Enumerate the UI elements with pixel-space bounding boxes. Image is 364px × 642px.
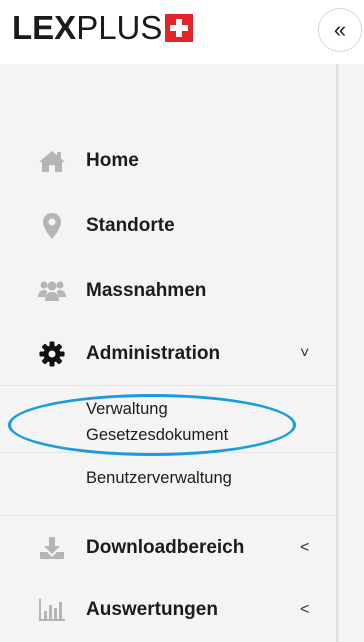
- sidebar-item-downloadbereich[interactable]: Downloadbereich <: [0, 516, 336, 580]
- sidebar-item-auswertungen[interactable]: Auswertungen <: [0, 578, 336, 642]
- chevron-left-icon: <: [300, 601, 310, 618]
- collapse-sidebar-button[interactable]: «: [318, 8, 362, 52]
- sidebar-item-label: Downloadbereich: [86, 537, 245, 558]
- header: LEX PLUS «: [0, 0, 364, 64]
- submenu-item-verwaltung-gesetzesdokument[interactable]: Verwaltung Gesetzesdokument: [86, 396, 228, 448]
- users-icon: [37, 276, 67, 306]
- gear-icon: [37, 339, 67, 369]
- sidebar-item-label: Standorte: [86, 215, 175, 236]
- bar-chart-icon: [37, 595, 67, 625]
- sidebar-item-massnahmen[interactable]: Massnahmen: [0, 259, 336, 323]
- sidebar-item-label: Administration: [86, 343, 221, 364]
- download-icon: [37, 533, 67, 563]
- app-window: LEX PLUS « Home Standorte Massnahmen Adm…: [0, 0, 364, 642]
- logo-lex-text: LEX: [12, 9, 77, 46]
- chevron-down-icon: ˅: [300, 345, 310, 362]
- logo-plus-text: PLUS: [76, 9, 163, 46]
- submenu-item-benutzerverwaltung[interactable]: Benutzerverwaltung: [86, 465, 232, 491]
- sidebar-item-standorte[interactable]: Standorte: [0, 194, 336, 258]
- sidebar-item-label: Massnahmen: [86, 280, 207, 301]
- swiss-cross-icon: [165, 14, 194, 42]
- divider: [0, 452, 336, 453]
- submenu-item-line1: Verwaltung: [86, 400, 168, 418]
- sidebar-item-administration[interactable]: Administration ˅: [0, 322, 336, 386]
- sidebar-item-home[interactable]: Home: [0, 129, 336, 193]
- submenu-item-line2: Gesetzesdokument: [86, 426, 229, 444]
- chevron-left-icon: <: [300, 539, 310, 556]
- divider: [0, 385, 336, 386]
- main-content-area: [336, 64, 364, 642]
- sidebar-item-label: Home: [86, 150, 139, 171]
- location-pin-icon: [37, 211, 67, 241]
- sidebar-item-label: Auswertungen: [86, 599, 218, 620]
- lexplus-logo[interactable]: LEX PLUS: [12, 9, 194, 46]
- home-icon: [37, 146, 67, 176]
